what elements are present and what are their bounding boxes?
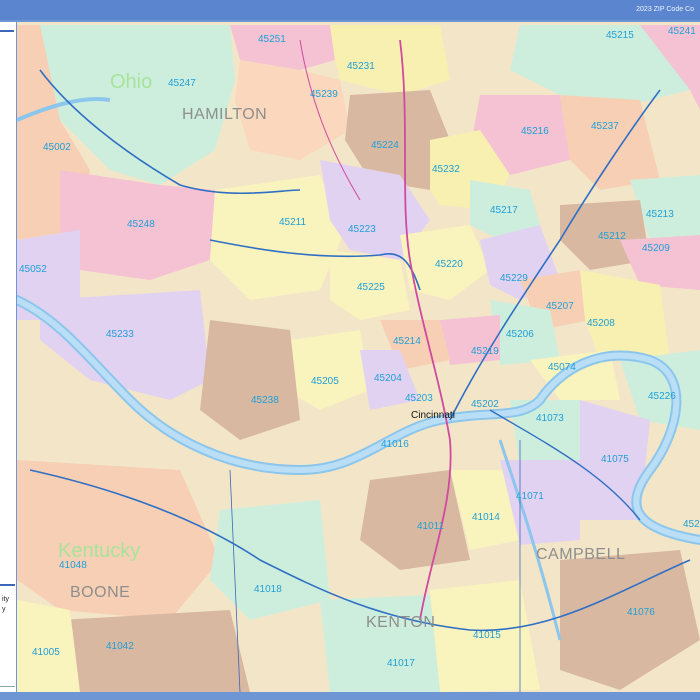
bottom-frame (0, 692, 700, 700)
zip-label: 4520 (683, 519, 700, 530)
zip-label: 45251 (258, 34, 286, 45)
zip-label: 45248 (127, 219, 155, 230)
legend-panel: ity y (0, 22, 17, 692)
zip-label: 45202 (471, 399, 499, 410)
title-bar: 2023 ZIP Code Co (0, 0, 700, 20)
zip-label: 45225 (357, 282, 385, 293)
zip-label: 41073 (536, 413, 564, 424)
zip-label: 45224 (371, 140, 399, 151)
zip-label: 45217 (490, 205, 518, 216)
zip-label: 45206 (506, 329, 534, 340)
zip-label: 45231 (347, 61, 375, 72)
zip-label: 41011 (417, 521, 445, 532)
city-label-cincinnati: Cincinnati (411, 410, 455, 421)
region-41042 (60, 610, 250, 692)
zip-label: 41076 (627, 607, 655, 618)
legend-fragment-2: y (2, 606, 6, 613)
zip-label: 45226 (648, 391, 676, 402)
legend-bottom-box: ity y (0, 584, 15, 687)
zip-label: 45207 (546, 301, 574, 312)
zip-label: 45208 (587, 318, 615, 329)
zip-label: 45215 (606, 30, 634, 41)
copyright-credit: 2023 ZIP Code Co (636, 6, 694, 13)
zip-label: 45214 (393, 336, 421, 347)
state-label-ohio: Ohio (110, 71, 152, 93)
zip-code-map[interactable]: Ohio Kentucky HAMILTON BOONE KENTON CAMP… (17, 22, 700, 692)
zip-label: 45211 (279, 217, 307, 228)
zip-label: 45238 (251, 395, 279, 406)
county-label-hamilton: HAMILTON (182, 106, 267, 123)
zip-label: 45203 (405, 393, 433, 404)
zip-label: 41017 (387, 658, 415, 669)
zip-label: 45074 (548, 362, 576, 373)
state-label-kentucky: Kentucky (58, 540, 140, 562)
zip-label: 45216 (521, 126, 549, 137)
zip-label: 45237 (591, 121, 619, 132)
zip-label: 41018 (254, 584, 282, 595)
county-label-boone: BOONE (70, 584, 130, 601)
zip-label: 45204 (374, 373, 402, 384)
zip-label: 45205 (311, 376, 339, 387)
county-label-kenton: KENTON (366, 614, 435, 631)
zip-label: 45212 (598, 231, 626, 242)
zip-label: 45219 (471, 346, 499, 357)
zip-label: 45241 (668, 26, 696, 37)
zip-label: 45213 (646, 209, 674, 220)
zip-label: 45052 (19, 264, 47, 275)
zip-label: 45232 (432, 164, 460, 175)
zip-label: 45247 (168, 78, 196, 89)
zip-label: 45220 (435, 259, 463, 270)
zip-label: 45223 (348, 224, 376, 235)
zip-label: 41071 (516, 491, 544, 502)
zip-label: 41014 (472, 512, 500, 523)
zip-label: 41048 (59, 560, 87, 571)
zip-label: 41016 (381, 439, 409, 450)
map-canvas: Ohio Kentucky HAMILTON BOONE KENTON CAMP… (17, 22, 700, 692)
zip-label: 45002 (43, 142, 71, 153)
zip-label: 45229 (500, 273, 528, 284)
zip-label: 45209 (642, 243, 670, 254)
zip-label: 41005 (32, 647, 60, 658)
zip-label: 45239 (310, 89, 338, 100)
county-label-campbell: CAMPBELL (536, 546, 625, 563)
legend-fragment-1: ity (2, 596, 9, 603)
zip-label: 45233 (106, 329, 134, 340)
zip-label: 41075 (601, 454, 629, 465)
zip-label: 41042 (106, 641, 134, 652)
zip-label: 41015 (473, 630, 501, 641)
legend-top-box (0, 22, 14, 32)
